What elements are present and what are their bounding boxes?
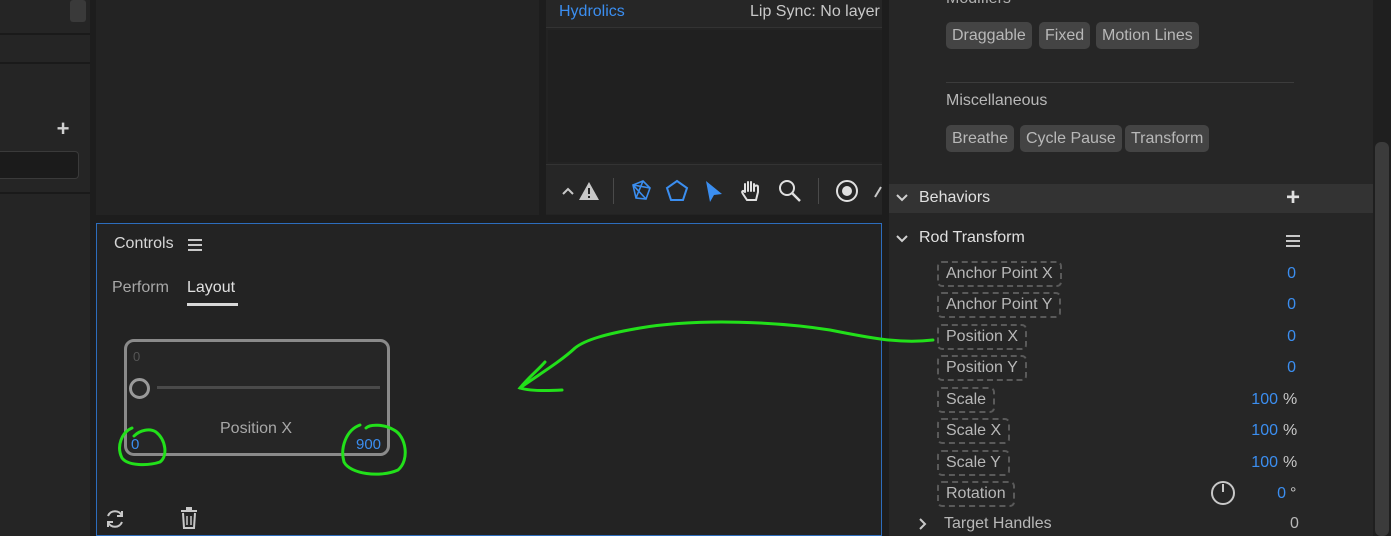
param-anchor-point-x[interactable]: Anchor Point X	[937, 261, 1062, 287]
slider-handle[interactable]	[129, 378, 150, 399]
param-unit: %	[1283, 422, 1298, 439]
divider	[946, 82, 1294, 83]
record-icon[interactable]	[834, 178, 860, 204]
chevron-right-icon[interactable]	[917, 517, 929, 531]
slider-track[interactable]	[157, 386, 380, 389]
select-arrow-icon[interactable]	[700, 178, 726, 204]
tag-draggable[interactable]: Draggable	[946, 22, 1032, 49]
param-position-y[interactable]: Position Y	[937, 355, 1027, 381]
timeline-track-label[interactable]: Hydrolics	[559, 3, 625, 21]
tag-fixed[interactable]: Fixed	[1039, 22, 1091, 49]
param-value[interactable]: 100	[1230, 422, 1278, 440]
lip-sync-status: Lip Sync: No layer	[750, 3, 880, 20]
rotation-dial-icon[interactable]	[1210, 480, 1236, 506]
param-value[interactable]: 0	[1250, 328, 1296, 346]
left-panel	[0, 0, 90, 536]
target-handles-value: 0	[1290, 515, 1299, 532]
miscellaneous-heading: Miscellaneous	[946, 92, 1048, 109]
tag-transform[interactable]: Transform	[1125, 125, 1210, 152]
left-input-field[interactable]	[0, 151, 79, 179]
slider-label: Position X	[220, 420, 293, 437]
param-value[interactable]: 0	[1250, 265, 1296, 283]
param-rotation[interactable]: Rotation	[937, 481, 1015, 507]
menu-icon[interactable]	[188, 238, 202, 251]
param-position-x[interactable]: Position X	[937, 324, 1028, 350]
divider	[0, 33, 90, 35]
polygon-icon[interactable]	[664, 178, 690, 204]
warning-icon[interactable]	[576, 178, 602, 204]
add-icon[interactable]: +	[54, 118, 72, 140]
chevron-down-icon[interactable]	[894, 190, 910, 206]
param-scale-x[interactable]: Scale X	[937, 418, 1011, 444]
param-unit: %	[1283, 454, 1298, 471]
panel-title: Controls	[114, 235, 174, 252]
properties-scroll-thumb[interactable]	[1375, 142, 1389, 536]
pen-icon[interactable]	[868, 178, 882, 204]
param-value[interactable]: 100	[1230, 454, 1278, 472]
param-scale-y[interactable]: Scale Y	[937, 450, 1010, 476]
behavior-name[interactable]: Rod Transform	[919, 229, 1025, 247]
mesh-icon[interactable]	[628, 178, 654, 204]
refresh-icon[interactable]	[104, 508, 126, 530]
tab-layout[interactable]: Layout	[187, 279, 235, 297]
param-value[interactable]: 0	[1250, 296, 1296, 314]
slider-min-value[interactable]: 0	[131, 436, 139, 453]
timeline-body[interactable]	[548, 30, 882, 162]
scene-panel	[96, 0, 539, 215]
add-behavior-icon[interactable]: +	[1284, 186, 1302, 210]
tag-breathe[interactable]: Breathe	[946, 125, 1015, 152]
param-scale[interactable]: Scale	[937, 387, 996, 413]
slider-max-value[interactable]: 900	[356, 436, 381, 453]
hand-icon[interactable]	[738, 178, 764, 204]
param-value[interactable]: 0	[1250, 359, 1296, 377]
tag-motion-lines[interactable]: Motion Lines	[1096, 22, 1199, 49]
modifiers-heading: Modifiers	[946, 0, 1011, 8]
trash-icon[interactable]	[179, 507, 199, 529]
toolbar-separator	[613, 178, 614, 204]
menu-icon[interactable]	[1286, 234, 1300, 247]
left-scrollbar-thumb[interactable]	[70, 0, 86, 22]
slider-top-value: 0	[133, 349, 141, 364]
tab-perform[interactable]: Perform	[112, 279, 169, 297]
divider	[0, 62, 90, 64]
param-value[interactable]: 100	[1230, 391, 1278, 409]
param-unit: °	[1290, 485, 1297, 502]
toolbar-separator	[818, 178, 819, 204]
target-handles-label[interactable]: Target Handles	[944, 515, 1052, 533]
tag-cycle-pause[interactable]: Cycle Pause	[1020, 125, 1122, 152]
param-value[interactable]: 0	[1250, 485, 1286, 503]
behaviors-heading: Behaviors	[919, 189, 991, 206]
divider	[0, 192, 90, 194]
chevron-down-icon[interactable]	[894, 231, 910, 247]
param-unit: %	[1283, 391, 1298, 408]
active-tab-indicator	[187, 303, 238, 306]
param-anchor-point-y[interactable]: Anchor Point Y	[937, 292, 1062, 318]
slider-control-card[interactable]	[124, 339, 390, 456]
zoom-icon[interactable]	[777, 178, 803, 204]
